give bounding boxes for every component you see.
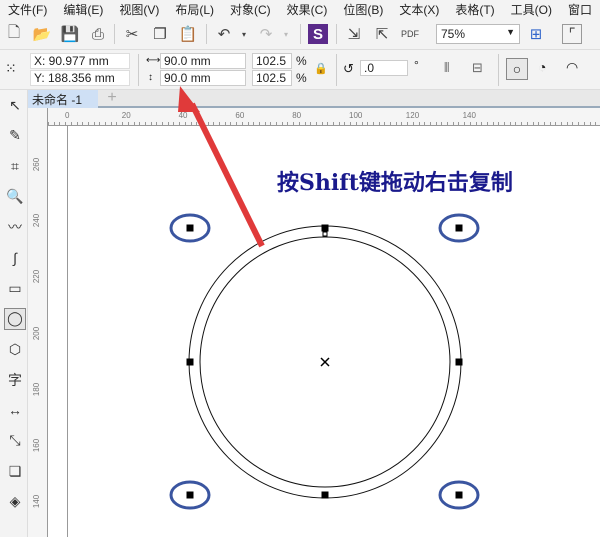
selection-handle bbox=[455, 491, 463, 499]
arrow-shaft bbox=[189, 102, 265, 248]
drawing-overlay: 按Shift键拖动右击复制 bbox=[169, 86, 513, 510]
red-arrow bbox=[178, 86, 265, 248]
selection-handle bbox=[321, 224, 329, 232]
selection-handle bbox=[186, 224, 194, 232]
annotation-text: 按Shift键拖动右击复制 bbox=[277, 170, 513, 196]
selection-handle bbox=[186, 491, 194, 499]
node-handle bbox=[322, 231, 328, 237]
selection-handle bbox=[455, 358, 463, 366]
selection-handle bbox=[321, 491, 329, 499]
selection-handle bbox=[186, 358, 194, 366]
selection-handle bbox=[455, 224, 463, 232]
arrow-head bbox=[178, 86, 200, 112]
